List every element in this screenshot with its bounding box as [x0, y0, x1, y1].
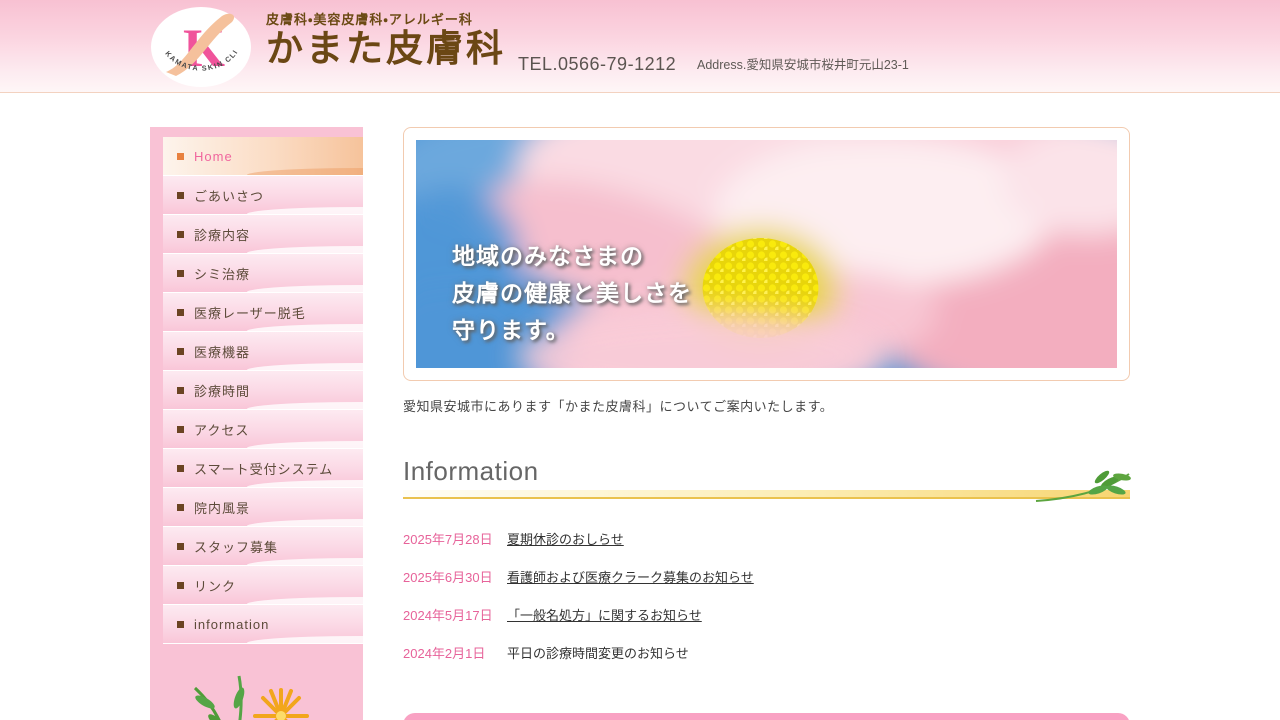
sidebar-item-equipment[interactable]: 医療機器 [163, 332, 363, 371]
news-row: 2025年7月28日 夏期休診のおしらせ [403, 529, 1130, 548]
sidebar-item-laser-hair-removal[interactable]: 医療レーザー脱毛 [163, 293, 363, 332]
news-row: 2025年6月30日 看護師および医療クラーク募集のお知らせ [403, 567, 1130, 586]
hero-frame: 地域のみなさまの 皮膚の健康と美しさを 守ります。 [403, 127, 1130, 381]
sidebar-item-label: リンク [194, 576, 236, 595]
square-bullet-icon [177, 465, 184, 472]
sidebar-nav: Home ごあいさつ 診療内容 シミ治療 医療レーザー脱毛 医療機器 [150, 127, 363, 720]
square-bullet-icon [177, 309, 184, 316]
sidebar-item-clinic-views[interactable]: 院内風景 [163, 488, 363, 527]
title-block: 皮膚科・美容皮膚科・アレルギー科 かまた皮膚科 [266, 9, 506, 70]
news-text-hours-change: 平日の診療時間変更のお知らせ [507, 643, 689, 662]
site-header: K KAMATA SKIN CLINIC 皮膚科・美容皮膚科・アレルギー科 かま… [0, 0, 1280, 93]
square-bullet-icon [177, 270, 184, 277]
sidebar-item-label: 医療機器 [194, 342, 250, 361]
news-link-generic-prescription[interactable]: 「一般名処方」に関するお知らせ [507, 605, 702, 624]
square-bullet-icon [177, 582, 184, 589]
phone-number: TEL.0566-79-1212 [518, 54, 676, 75]
square-bullet-icon [177, 426, 184, 433]
square-bullet-icon [177, 192, 184, 199]
clinic-subtitle: 皮膚科・美容皮膚科・アレルギー科 [266, 9, 506, 28]
news-date: 2025年6月30日 [403, 567, 507, 586]
sidebar-item-label: アクセス [194, 420, 249, 439]
sidebar-item-smart-reception[interactable]: スマート受付システム [163, 449, 363, 488]
sidebar-menu: Home ごあいさつ 診療内容 シミ治療 医療レーザー脱毛 医療機器 [163, 137, 363, 644]
news-date: 2025年7月28日 [403, 529, 507, 548]
clinic-title: かまた皮膚科 [266, 29, 506, 70]
clinic-logo[interactable]: K KAMATA SKIN CLINIC [150, 6, 252, 88]
square-bullet-icon [177, 387, 184, 394]
information-heading: Information [403, 456, 1130, 487]
news-list: 2025年7月28日 夏期休診のおしらせ 2025年6月30日 看護師および医療… [403, 529, 1130, 662]
page-body: Home ごあいさつ 診療内容 シミ治療 医療レーザー脱毛 医療機器 [150, 93, 1130, 720]
news-row: 2024年2月1日 平日の診療時間変更のお知らせ [403, 643, 1130, 662]
sidebar-item-label: information [194, 617, 269, 632]
flower-icon [181, 658, 351, 720]
news-link-recruiting[interactable]: 看護師および医療クラーク募集のお知らせ [507, 567, 754, 586]
sidebar-item-label: 院内風景 [194, 498, 250, 517]
smart-reception-banner[interactable]: スマート受付システム ➜ スマート受付システムの詳細 [403, 713, 1130, 720]
hero-line: 皮膚の健康と美しさを [452, 275, 692, 312]
information-section: Information 2025年7月28日 夏期休診のおしらせ 2025 [403, 456, 1130, 662]
sidebar-item-home[interactable]: Home [163, 137, 363, 176]
flower-illustration [181, 658, 363, 720]
square-bullet-icon [177, 348, 184, 355]
square-bullet-icon [177, 621, 184, 628]
square-bullet-icon [177, 504, 184, 511]
leaf-icon [1032, 468, 1132, 504]
intro-text: 愛知県安城市にあります「かまた皮膚科」についてご案内いたします。 [403, 396, 1130, 415]
sidebar-item-services[interactable]: 診療内容 [163, 215, 363, 254]
news-date: 2024年2月1日 [403, 643, 507, 662]
sidebar-item-label: 診療時間 [194, 381, 250, 400]
hero-line: 守ります。 [452, 312, 692, 349]
information-underline [403, 490, 1130, 499]
sidebar-item-greeting[interactable]: ごあいさつ [163, 176, 363, 215]
sidebar-item-hours[interactable]: 診療時間 [163, 371, 363, 410]
sidebar-item-label: ごあいさつ [194, 186, 264, 205]
hero-image: 地域のみなさまの 皮膚の健康と美しさを 守ります。 [416, 140, 1117, 368]
sidebar-item-links[interactable]: リンク [163, 566, 363, 605]
sidebar-item-staff-recruiting[interactable]: スタッフ募集 [163, 527, 363, 566]
sidebar-item-label: 診療内容 [194, 225, 250, 244]
clinic-address: Address.愛知県安城市桜井町元山23-1 [697, 54, 909, 73]
news-link-summer-holiday[interactable]: 夏期休診のおしらせ [507, 529, 624, 548]
sidebar-item-label: スマート受付システム [194, 459, 333, 478]
sidebar-item-spot-treatment[interactable]: シミ治療 [163, 254, 363, 293]
sidebar-item-label: シミ治療 [194, 264, 250, 283]
square-bullet-icon [177, 543, 184, 550]
clinic-logo-icon: K KAMATA SKIN CLINIC [150, 6, 252, 88]
main-content: 地域のみなさまの 皮膚の健康と美しさを 守ります。 愛知県安城市にあります「かま… [403, 127, 1130, 720]
hero-caption: 地域のみなさまの 皮膚の健康と美しさを 守ります。 [452, 238, 692, 349]
sidebar-item-access[interactable]: アクセス [163, 410, 363, 449]
hero-line: 地域のみなさまの [452, 238, 692, 275]
news-date: 2024年5月17日 [403, 605, 507, 624]
sidebar-item-label: スタッフ募集 [194, 537, 278, 556]
news-row: 2024年5月17日 「一般名処方」に関するお知らせ [403, 605, 1130, 624]
square-bullet-icon [177, 153, 184, 160]
sidebar-item-information[interactable]: information [163, 605, 363, 644]
square-bullet-icon [177, 231, 184, 238]
header-inner: K KAMATA SKIN CLINIC 皮膚科・美容皮膚科・アレルギー科 かま… [150, 0, 1130, 92]
sidebar-item-label: 医療レーザー脱毛 [194, 303, 306, 322]
sidebar-item-label: Home [194, 149, 233, 164]
